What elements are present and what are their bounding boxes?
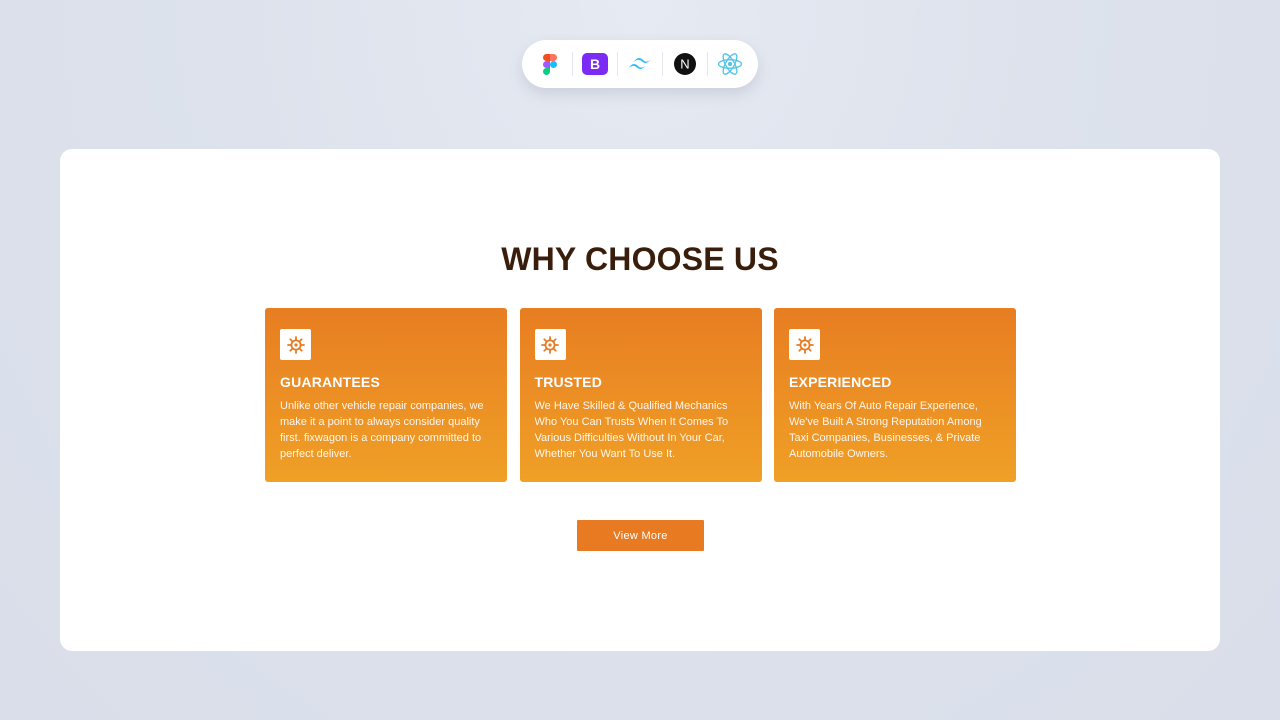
gear-icon (280, 329, 311, 360)
next-letter: N (680, 57, 689, 72)
tailwind-icon (626, 50, 654, 78)
tech-stack-bar: B N (522, 40, 758, 88)
react-icon (716, 50, 744, 78)
view-more-button[interactable]: View More (577, 520, 704, 551)
card-title: TRUSTED (534, 374, 603, 390)
gear-icon (789, 329, 820, 360)
card-description: With Years Of Auto Repair Experience, We… (789, 400, 982, 460)
divider (662, 52, 663, 76)
divider (707, 52, 708, 76)
feature-card-experienced: EXPERIENCED With Years Of Auto Repair Ex… (774, 308, 1016, 482)
nextjs-icon: N (671, 50, 699, 78)
feature-card-guarantees: GUARANTEES Unlike other vehicle repair c… (265, 308, 507, 482)
card-description: We Have Skilled & Qualified Mechanics Wh… (534, 400, 729, 460)
card-title: EXPERIENCED (789, 374, 892, 390)
feature-card-trusted: TRUSTED We Have Skilled & Qualified Mech… (519, 308, 762, 482)
card-description: Unlike other vehicle repair companies, w… (280, 400, 484, 460)
section-title: WHY CHOOSE US (501, 241, 779, 277)
why-choose-us-section: WHY CHOOSE US GUARANTEES Unlike other ve… (60, 149, 1220, 651)
divider (572, 52, 573, 76)
figma-icon (536, 50, 564, 78)
feature-cards: GUARANTEES Unlike other vehicle repair c… (265, 308, 1016, 482)
gear-icon (534, 329, 566, 360)
card-title: GUARANTEES (280, 374, 381, 390)
bootstrap-icon: B (581, 50, 609, 78)
divider (617, 52, 618, 76)
bootstrap-letter: B (590, 56, 600, 72)
